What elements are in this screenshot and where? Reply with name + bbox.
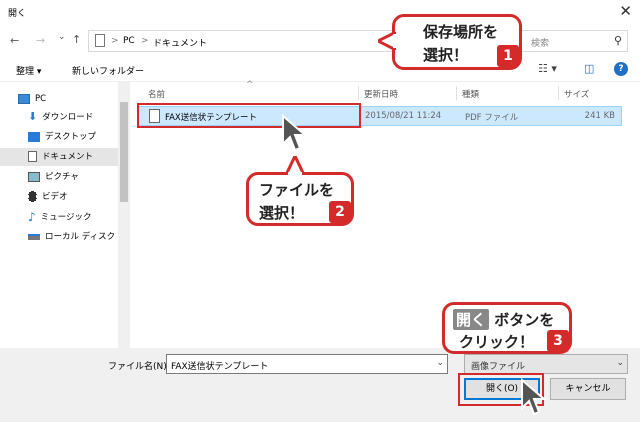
- callout-2-line1: ファイルを: [259, 181, 335, 199]
- sidebar-item-documents[interactable]: ドキュメント: [0, 148, 118, 166]
- preview-pane-icon[interactable]: ◫: [584, 62, 594, 75]
- pc-icon: [18, 93, 30, 104]
- callout-3-line2: クリック！: [459, 333, 535, 351]
- document-icon: [95, 34, 105, 47]
- breadcrumb-separator: >: [111, 36, 119, 46]
- video-icon: [28, 191, 37, 202]
- column-divider[interactable]: [558, 86, 559, 100]
- mouse-cursor-icon: [282, 114, 307, 152]
- search-box[interactable]: 検索 ⚲: [512, 30, 628, 52]
- help-icon[interactable]: ?: [614, 62, 628, 76]
- filetype-value: 画像ファイル: [471, 362, 526, 372]
- address-bar[interactable]: > PC > ドキュメント: [88, 30, 400, 52]
- scrollbar-thumb[interactable]: [120, 102, 128, 202]
- view-options-icon[interactable]: ☷ ▾: [538, 62, 557, 75]
- chevron-down-icon[interactable]: ⌄: [436, 358, 444, 368]
- close-icon[interactable]: ✕: [619, 2, 632, 20]
- callout-2-pointer: [286, 156, 304, 175]
- mouse-cursor-icon: [521, 378, 546, 416]
- file-size: 241 KB: [584, 111, 615, 121]
- sidebar-scrollbar[interactable]: [118, 82, 130, 348]
- callout-1-line2: 選択！: [423, 46, 469, 64]
- chevron-down-icon[interactable]: ⌄: [616, 358, 624, 368]
- search-placeholder: 検索: [531, 39, 550, 49]
- column-divider[interactable]: [358, 86, 359, 100]
- open-chip: 開く: [453, 309, 490, 330]
- breadcrumb-pc[interactable]: PC: [123, 36, 135, 46]
- callout-1: 保存場所を 選択！ 1: [392, 14, 522, 70]
- filename-label: ファイル名(N):: [108, 362, 170, 372]
- step-3-badge: 3: [547, 330, 569, 352]
- navigation-pane: PC ⬇ ダウンロード デスクトップ ドキュメント ピクチャ ビデオ ♪ ミュージッ…: [0, 82, 130, 348]
- filename-input[interactable]: FAX送信状テンプレート ⌄: [166, 354, 448, 374]
- title-bar: 開く ✕: [0, 0, 640, 24]
- callout-3-line1: 開く ボタンを: [453, 309, 554, 330]
- callout-2: ファイルを 選択！ 2: [246, 172, 354, 226]
- breadcrumb-separator: >: [141, 36, 149, 46]
- music-icon: ♪: [28, 210, 36, 224]
- cancel-button[interactable]: キャンセル: [550, 378, 626, 400]
- column-divider[interactable]: [456, 86, 457, 100]
- forward-arrow-icon[interactable]: →: [36, 34, 45, 47]
- column-header-type[interactable]: 種類: [462, 88, 479, 100]
- up-arrow-icon[interactable]: ↑: [72, 33, 81, 46]
- step-2-badge: 2: [329, 201, 351, 223]
- disk-icon: [28, 233, 40, 240]
- callout-3: 開く ボタンを クリック！ 3: [442, 302, 572, 354]
- column-header-date[interactable]: 更新日時: [364, 88, 398, 100]
- file-date: 2015/08/21 11:24: [365, 111, 442, 121]
- file-type: PDF ファイル: [465, 113, 519, 123]
- filename-value: FAX送信状テンプレート: [171, 362, 269, 372]
- breadcrumb-documents[interactable]: ドキュメント: [153, 36, 207, 49]
- file-highlight-frame: [137, 103, 361, 128]
- callout-2-line2: 選択！: [259, 204, 305, 222]
- toolbar: 整理 ▾ 新しいフォルダー ☷ ▾ ◫ ?: [0, 58, 640, 82]
- file-list-header: ^ 名前 更新日時 種類 サイズ: [138, 80, 630, 102]
- organize-button[interactable]: 整理 ▾: [16, 64, 41, 77]
- filetype-select[interactable]: 画像ファイル ⌄: [464, 354, 628, 374]
- column-header-name[interactable]: 名前: [148, 88, 165, 100]
- sort-chevron-up-icon: ^: [246, 80, 254, 90]
- step-1-badge: 1: [497, 45, 519, 67]
- sidebar-item-local-disk[interactable]: ローカル ディスク (C: [28, 228, 128, 246]
- callout-1-line1: 保存場所を: [423, 23, 499, 41]
- pictures-icon: [28, 171, 40, 182]
- download-icon: ⬇: [28, 110, 38, 123]
- search-icon[interactable]: ⚲: [614, 34, 622, 47]
- back-arrow-icon[interactable]: ←: [10, 34, 19, 47]
- new-folder-button[interactable]: 新しいフォルダー: [72, 64, 144, 77]
- desktop-icon: [28, 131, 40, 142]
- sidebar-item-pc[interactable]: PC: [18, 90, 128, 108]
- recent-locations-icon[interactable]: ⌄: [58, 32, 66, 42]
- window-title: 開く: [8, 9, 27, 19]
- documents-icon: [28, 151, 37, 162]
- column-header-size[interactable]: サイズ: [564, 88, 589, 100]
- callout-1-pointer: [378, 32, 396, 50]
